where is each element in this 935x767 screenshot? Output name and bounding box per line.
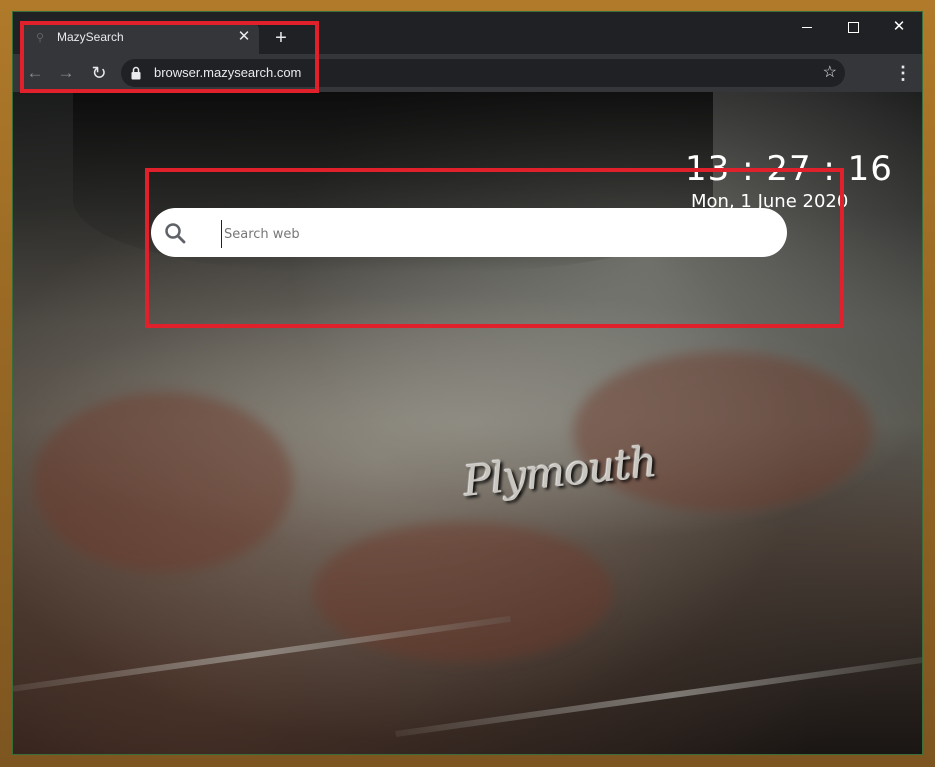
minimize-button[interactable] — [784, 12, 830, 42]
maximize-button[interactable] — [830, 12, 876, 42]
search-bar[interactable] — [151, 208, 787, 257]
new-tab-button[interactable]: + — [269, 26, 293, 50]
forward-arrow-icon[interactable]: → — [53, 60, 79, 86]
search-input[interactable] — [221, 220, 766, 248]
address-bar[interactable]: browser.mazysearch.com ☆ — [121, 59, 845, 87]
minimize-icon — [802, 26, 812, 28]
search-icon[interactable] — [163, 221, 187, 245]
background-chrome-trim — [395, 653, 922, 737]
reload-icon[interactable]: ↻ — [86, 60, 112, 86]
tab-title: MazySearch — [57, 30, 124, 44]
url-text: browser.mazysearch.com — [154, 65, 302, 80]
title-bar: ⚲ MazySearch ✕ + ✕ — [13, 12, 922, 54]
star-icon[interactable]: ☆ — [823, 61, 837, 85]
back-arrow-icon[interactable]: ← — [22, 60, 48, 86]
background-rust — [33, 392, 293, 572]
clock: 13 : 27 : 16 — [685, 149, 893, 189]
browser-window: ⚲ MazySearch ✕ + ✕ ← → ↻ browser.mazysea… — [12, 11, 923, 755]
new-tab-page: Plymouth 13 : 27 : 16 Mon, 1 June 2020 — [13, 92, 922, 754]
lock-icon — [131, 66, 141, 80]
search-favicon-icon: ⚲ — [36, 32, 45, 44]
window-close-button[interactable]: ✕ — [876, 12, 922, 42]
close-icon[interactable]: ✕ — [235, 28, 253, 46]
maximize-icon — [847, 21, 859, 33]
kebab-menu-icon[interactable]: ⋮ — [894, 60, 912, 86]
tab-mazysearch[interactable]: ⚲ MazySearch ✕ — [23, 22, 259, 54]
browser-toolbar: ← → ↻ browser.mazysearch.com ☆ ⋮ — [13, 54, 922, 92]
